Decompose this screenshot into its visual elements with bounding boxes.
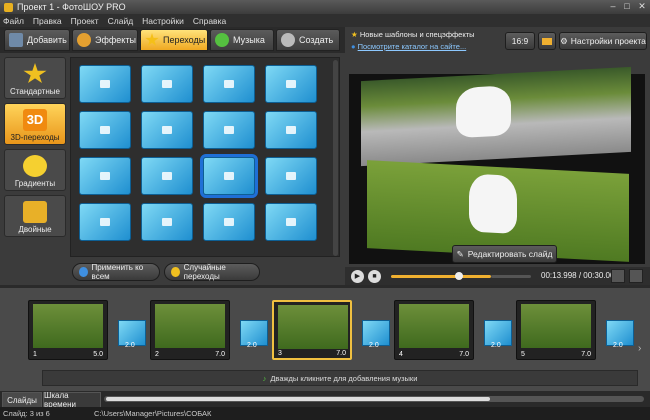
- category-double[interactable]: Двойные: [4, 195, 66, 237]
- palette-icon: [77, 33, 91, 47]
- edit-slide-button[interactable]: ✎ Редактировать слайд: [452, 245, 557, 263]
- folder-path: C:\Users\Manager\Pictures\СОБАК: [94, 409, 212, 418]
- globe-icon: ●: [351, 42, 356, 51]
- menu-settings[interactable]: Настройки: [142, 16, 184, 26]
- transition-thumb[interactable]: [203, 203, 255, 241]
- progress-knob[interactable]: [455, 272, 463, 280]
- apply-all-button[interactable]: Применить ко всем: [72, 263, 160, 281]
- slide-thumbnail[interactable]: 4 7.0: [394, 300, 474, 360]
- sparkle-icon: [171, 267, 180, 277]
- music-note-icon: ♪: [262, 373, 267, 383]
- catalog-link[interactable]: Посмотрите каталог на сайте...: [358, 42, 467, 51]
- transition-thumb[interactable]: [265, 65, 317, 103]
- transition-thumb[interactable]: [265, 203, 317, 241]
- transitions-panel: Стандартные 3D 3D-переходы Градиенты Двой…: [0, 53, 345, 285]
- music-note-icon: [215, 33, 229, 47]
- transition-thumb[interactable]: [79, 111, 131, 149]
- tab-add[interactable]: Добавить: [4, 29, 70, 51]
- star-icon: ★: [351, 30, 358, 39]
- gear-icon: ⚙: [560, 35, 568, 46]
- star-icon: [145, 33, 159, 46]
- sun-icon: [23, 155, 47, 177]
- category-standard[interactable]: Стандартные: [4, 57, 66, 99]
- maximize-button[interactable]: □: [620, 1, 634, 12]
- project-settings-button[interactable]: ⚙ Настройки проекта: [559, 32, 647, 50]
- tab-music[interactable]: Музыка: [210, 29, 274, 51]
- dog-image: [469, 173, 517, 234]
- transition-thumb[interactable]: [265, 111, 317, 149]
- transition-thumb[interactable]: [79, 157, 131, 195]
- transition-thumb-selected[interactable]: [200, 154, 258, 198]
- view-tabs: Слайды Шкала времени: [0, 391, 650, 409]
- menu-bar: Файл Правка Проект Слайд Настройки Справ…: [0, 14, 650, 27]
- transition-thumb[interactable]: [79, 65, 131, 103]
- menu-edit[interactable]: Правка: [33, 16, 62, 26]
- app-icon: [4, 2, 13, 12]
- category-3d[interactable]: 3D 3D-переходы: [4, 103, 66, 145]
- transition-thumb[interactable]: [203, 65, 255, 103]
- status-bar: Слайд: 3 из 6 C:\Users\Manager\Pictures\…: [0, 407, 650, 420]
- transition-thumb[interactable]: [141, 111, 193, 149]
- transition-thumb[interactable]: [79, 203, 131, 241]
- camera-icon[interactable]: [611, 269, 625, 283]
- transition-thumb[interactable]: [141, 203, 193, 241]
- playback-bar: ▶ ■ 00:13.998 / 00:30.000: [345, 267, 650, 285]
- stop-button[interactable]: ■: [368, 269, 381, 283]
- menu-help[interactable]: Справка: [193, 16, 226, 26]
- tab-effects[interactable]: Эффекты: [72, 29, 138, 51]
- time-display: 00:13.998 / 00:30.000: [541, 271, 619, 280]
- fullscreen-icon[interactable]: [629, 269, 643, 283]
- slide-thumbnail[interactable]: 1 5.0: [28, 300, 108, 360]
- tab-slides[interactable]: Слайды: [2, 392, 42, 407]
- info-block: ★ Новые шаблоны и спецэффекты ● Посмотри…: [351, 30, 475, 51]
- slide-preview: ✎ Редактировать слайд: [349, 66, 645, 264]
- transition-grid: [70, 57, 340, 257]
- globe-icon: [79, 267, 88, 277]
- aspect-ratio-button[interactable]: 16:9: [505, 32, 535, 50]
- slides-timeline: 1 5.0 2.0 2 7.0 2.0 3 7.0 2.0 4 7.0 2.0 5 7.0…: [0, 285, 650, 391]
- film-reel-icon: [281, 33, 295, 47]
- window-title: Проект 1 - ФотоШОУ PRO: [17, 2, 126, 12]
- main-tabs: Добавить Эффекты Переходы Музыка Создать: [0, 27, 345, 53]
- star-icon: [23, 63, 47, 84]
- dog-image: [456, 85, 511, 139]
- tab-transitions[interactable]: Переходы: [140, 29, 208, 51]
- 3d-icon: 3D: [23, 109, 47, 131]
- category-gradients[interactable]: Градиенты: [4, 149, 66, 191]
- transition-thumb[interactable]: [141, 157, 193, 195]
- slide-counter: Слайд: 3 из 6: [3, 409, 50, 418]
- category-list: Стандартные 3D 3D-переходы Градиенты Двой…: [4, 57, 66, 283]
- title-bar: Проект 1 - ФотоШОУ PRO – □ ✕: [0, 0, 650, 14]
- grid-scrollbar[interactable]: [333, 60, 338, 256]
- new-templates-text: Новые шаблоны и спецэффекты: [359, 30, 475, 39]
- tab-create[interactable]: Создать: [276, 29, 340, 51]
- slide-thumbnail[interactable]: 5 7.0: [516, 300, 596, 360]
- play-button[interactable]: ▶: [351, 269, 364, 283]
- pencil-icon: ✎: [456, 248, 464, 259]
- close-button[interactable]: ✕: [635, 1, 649, 12]
- random-transitions-button[interactable]: Случайные переходы: [164, 263, 260, 281]
- preview-photo-top: [361, 66, 631, 167]
- preview-panel: ★ Новые шаблоны и спецэффекты ● Посмотри…: [345, 27, 650, 285]
- transition-thumb[interactable]: [141, 65, 193, 103]
- tab-timeline[interactable]: Шкала времени: [43, 391, 101, 409]
- music-track[interactable]: ♪ Дважды кликните для добавления музыки: [42, 370, 638, 386]
- transition-thumb[interactable]: [265, 157, 317, 195]
- image-icon[interactable]: [538, 32, 556, 50]
- folder-icon: [9, 33, 23, 47]
- slide-thumbnail[interactable]: 2 7.0: [150, 300, 230, 360]
- menu-file[interactable]: Файл: [3, 16, 24, 26]
- slide-thumbnail-selected[interactable]: 3 7.0: [272, 300, 352, 360]
- menu-project[interactable]: Проект: [71, 16, 99, 26]
- transition-thumb[interactable]: [203, 111, 255, 149]
- scroll-right-icon[interactable]: ›: [638, 343, 641, 354]
- menu-slide[interactable]: Слайд: [108, 16, 134, 26]
- double-card-icon: [23, 201, 47, 223]
- minimize-button[interactable]: –: [606, 1, 620, 12]
- progress-track[interactable]: [391, 275, 491, 278]
- timeline-scrollbar[interactable]: [104, 396, 644, 402]
